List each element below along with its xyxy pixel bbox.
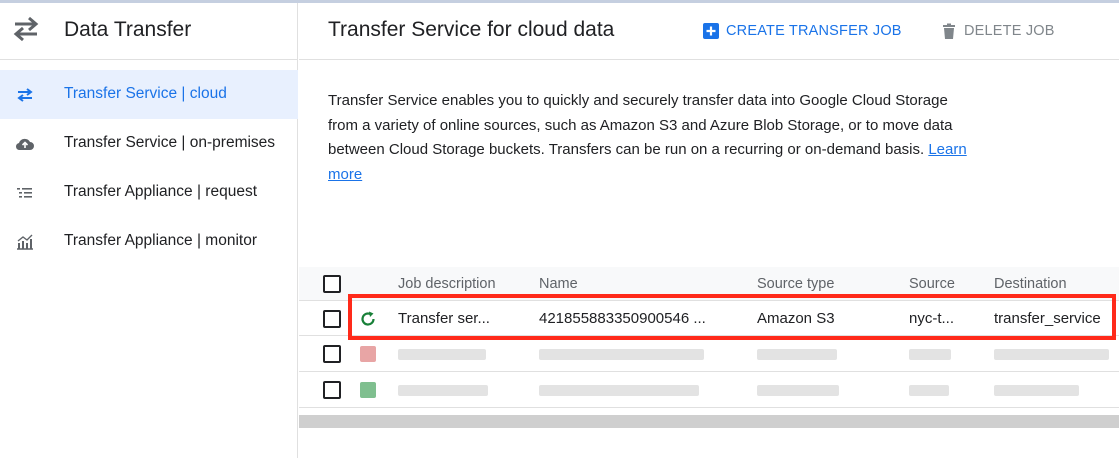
blurred-cell — [398, 385, 488, 396]
blurred-cell — [398, 349, 486, 360]
table-row[interactable] — [299, 373, 1119, 408]
blurred-cell — [757, 349, 837, 360]
create-transfer-job-button[interactable]: CREATE TRANSFER JOB — [702, 20, 902, 42]
blurred-cell — [539, 349, 704, 360]
table-header: Job description Name Source type Source … — [299, 267, 1119, 301]
blurred-cell — [757, 385, 839, 396]
data-transfer-logo-icon — [13, 16, 39, 42]
page-title: Transfer Service for cloud data — [328, 18, 615, 41]
sidebar-item-label: Transfer Appliance | monitor — [64, 232, 257, 249]
blurred-cell — [909, 349, 951, 360]
column-source[interactable]: Source — [909, 276, 955, 292]
cloud-upload-icon — [15, 138, 34, 151]
main-content: Transfer Service for cloud data CREATE T… — [299, 3, 1119, 458]
sidebar: Data Transfer Transfer Service | cloud T… — [0, 3, 298, 458]
chart-icon — [17, 234, 33, 250]
sidebar-title: Data Transfer — [64, 18, 192, 41]
sidebar-item-transfer-appliance-monitor[interactable]: Transfer Appliance | monitor — [0, 217, 298, 266]
horizontal-scrollbar[interactable] — [299, 415, 1119, 428]
sidebar-item-label: Transfer Service | on-premises — [64, 134, 276, 151]
cell-source-type: Amazon S3 — [757, 310, 835, 327]
sidebar-item-transfer-service-on-premises[interactable]: Transfer Service | on-premises — [0, 119, 298, 168]
blurred-cell — [994, 349, 1109, 360]
cell-source: nyc-t... — [909, 310, 955, 327]
sidebar-item-transfer-service-cloud[interactable]: Transfer Service | cloud — [0, 70, 298, 119]
cell-destination: transfer_service — [994, 310, 1101, 327]
sidebar-header: Data Transfer — [0, 3, 298, 60]
table-row[interactable] — [299, 337, 1119, 372]
delete-job-label: DELETE JOB — [964, 23, 1055, 39]
blurred-status-icon — [360, 382, 376, 398]
row-checkbox[interactable] — [323, 345, 341, 363]
blurred-cell — [909, 385, 949, 396]
cell-name[interactable]: 421855883350900546 ... — [539, 310, 749, 327]
intro-paragraph: Transfer Service enables you to quickly … — [328, 92, 953, 158]
create-transfer-job-label: CREATE TRANSFER JOB — [726, 23, 902, 39]
sidebar-item-label: Transfer Service | cloud — [64, 85, 227, 102]
column-name[interactable]: Name — [539, 276, 578, 292]
select-all-checkbox[interactable] — [323, 275, 341, 293]
cell-job-description[interactable]: Transfer ser... — [398, 310, 528, 327]
column-source-type[interactable]: Source type — [757, 276, 834, 292]
table-row[interactable]: Transfer ser... 421855883350900546 ... A… — [299, 301, 1119, 336]
blurred-cell — [994, 385, 1079, 396]
add-box-icon — [703, 23, 719, 39]
row-checkbox[interactable] — [323, 381, 341, 399]
sidebar-item-transfer-appliance-request[interactable]: Transfer Appliance | request — [0, 168, 298, 217]
intro-text: Transfer Service enables you to quickly … — [328, 89, 968, 187]
trash-icon — [943, 23, 955, 39]
blurred-cell — [539, 385, 699, 396]
column-job-description[interactable]: Job description — [398, 276, 496, 292]
running-status-icon — [361, 311, 375, 326]
blurred-status-icon — [360, 346, 376, 362]
row-checkbox[interactable] — [323, 310, 341, 328]
sidebar-item-label: Transfer Appliance | request — [64, 183, 258, 200]
list-icon — [17, 188, 32, 198]
main-header: Transfer Service for cloud data CREATE T… — [299, 3, 1119, 60]
swap-arrows-icon — [17, 88, 33, 102]
delete-job-button[interactable]: DELETE JOB — [940, 20, 1055, 42]
column-destination[interactable]: Destination — [994, 276, 1067, 292]
